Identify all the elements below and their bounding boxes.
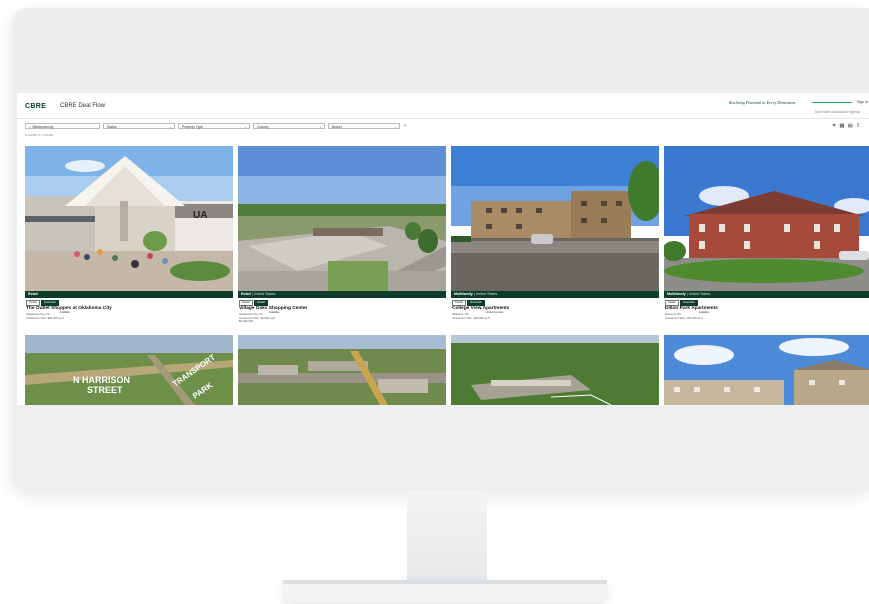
property-title[interactable]: Dillon Park Apartments <box>665 306 718 311</box>
property-size: Investment Size: $84,000 sq ft <box>26 315 64 320</box>
property-photo[interactable] <box>664 335 869 405</box>
property-type-banner: Retail <box>25 291 233 298</box>
country-label: Country <box>257 125 269 129</box>
property-type-banner: Multifamily | United States <box>664 291 869 298</box>
chevron-down-icon: ⌄ <box>168 125 172 129</box>
app-title: CBRE Deal Flow <box>60 103 106 109</box>
chevron-down-icon: ⌄ <box>393 125 397 129</box>
property-title[interactable]: Village Oaks Shopping Center <box>239 306 307 311</box>
sign-up-link[interactable]: Don't have an account? Sign up <box>815 110 860 114</box>
card-tabs: Details FinancialsUnder Contract <box>452 300 503 314</box>
search-value: Oklahoma city <box>32 125 54 129</box>
status-badge: Under Contract <box>485 311 504 314</box>
broker-label: Broker <box>332 125 342 129</box>
cbre-logo[interactable]: CBRE <box>25 103 46 110</box>
status-badge: Available <box>698 311 710 314</box>
grid-view-icon[interactable]: ▦ <box>839 123 844 129</box>
street-label-2: STREET <box>87 385 123 395</box>
property-photo[interactable] <box>238 335 446 405</box>
property-size: Investment Size: 166,000 sq ft <box>665 315 703 320</box>
property-title[interactable]: The Outlet Shoppes at Oklahoma City <box>26 306 112 311</box>
property-size: Investment Size: 185,000 sq ft <box>452 315 490 320</box>
sign-in-link[interactable]: Sign in <box>857 100 868 104</box>
chevron-down-icon: ⌄ <box>243 125 247 129</box>
card-tabs: Details FinancialsAvailable <box>26 300 70 314</box>
property-photo[interactable] <box>238 146 446 291</box>
property-price: $4,000,000 <box>239 319 253 323</box>
status-badge: Available <box>268 311 280 314</box>
filter-icon[interactable]: ⏷ <box>832 123 836 129</box>
svg-text:UA: UA <box>193 210 207 221</box>
country-dropdown[interactable]: Country ⌄ <box>253 123 325 129</box>
results-count: 8 ASSETS LISTED <box>25 133 54 137</box>
tagline-rule <box>812 102 852 103</box>
monitor-stand-neck <box>407 490 487 582</box>
property-type-banner: Multifamily | United States <box>451 291 659 298</box>
tagline: Realizing Potential in Every Dimension <box>729 100 796 105</box>
monitor-chin <box>12 405 869 490</box>
card-tabs: Details DetailsAvailable <box>239 300 279 314</box>
broker-dropdown[interactable]: Broker ⌄ <box>328 123 400 129</box>
status-label: Status <box>107 125 117 129</box>
list-view-icon[interactable]: ▤ <box>848 123 853 129</box>
card-tabs: Details FinancialsAvailable <box>665 300 709 314</box>
property-photo[interactable]: N HARRISON STREET TRANSPORT PARK <box>25 335 233 405</box>
header-divider <box>17 118 869 119</box>
share-icon[interactable]: ⇪ <box>856 123 861 129</box>
status-dropdown[interactable]: Status ⌄ <box>103 123 175 129</box>
view-toolbar: ⏷ ▦ ▤ ⇪ <box>832 123 863 130</box>
property-type-banner: Retail | United States <box>238 291 446 298</box>
search-icon: ⌕ <box>29 125 32 129</box>
app-screen: CBRE CBRE Deal Flow Realizing Potential … <box>17 93 869 405</box>
status-badge: Available <box>59 311 71 314</box>
monitor-stand-base-top <box>283 580 607 584</box>
search-input[interactable]: ⌕Oklahoma city <box>25 123 100 129</box>
property-type-dropdown[interactable]: Property Type ⌄ <box>178 123 250 129</box>
property-photo[interactable] <box>451 146 659 291</box>
property-photo[interactable] <box>451 335 659 405</box>
property-type-label: Property Type <box>182 125 204 129</box>
property-photo[interactable]: UA <box>25 146 233 291</box>
clear-filters-icon[interactable]: × <box>404 123 407 129</box>
chevron-down-icon: ⌄ <box>318 125 322 129</box>
street-label: N HARRISON <box>73 375 130 385</box>
property-title[interactable]: College View Apartments <box>452 306 509 311</box>
property-photo[interactable] <box>664 146 869 291</box>
